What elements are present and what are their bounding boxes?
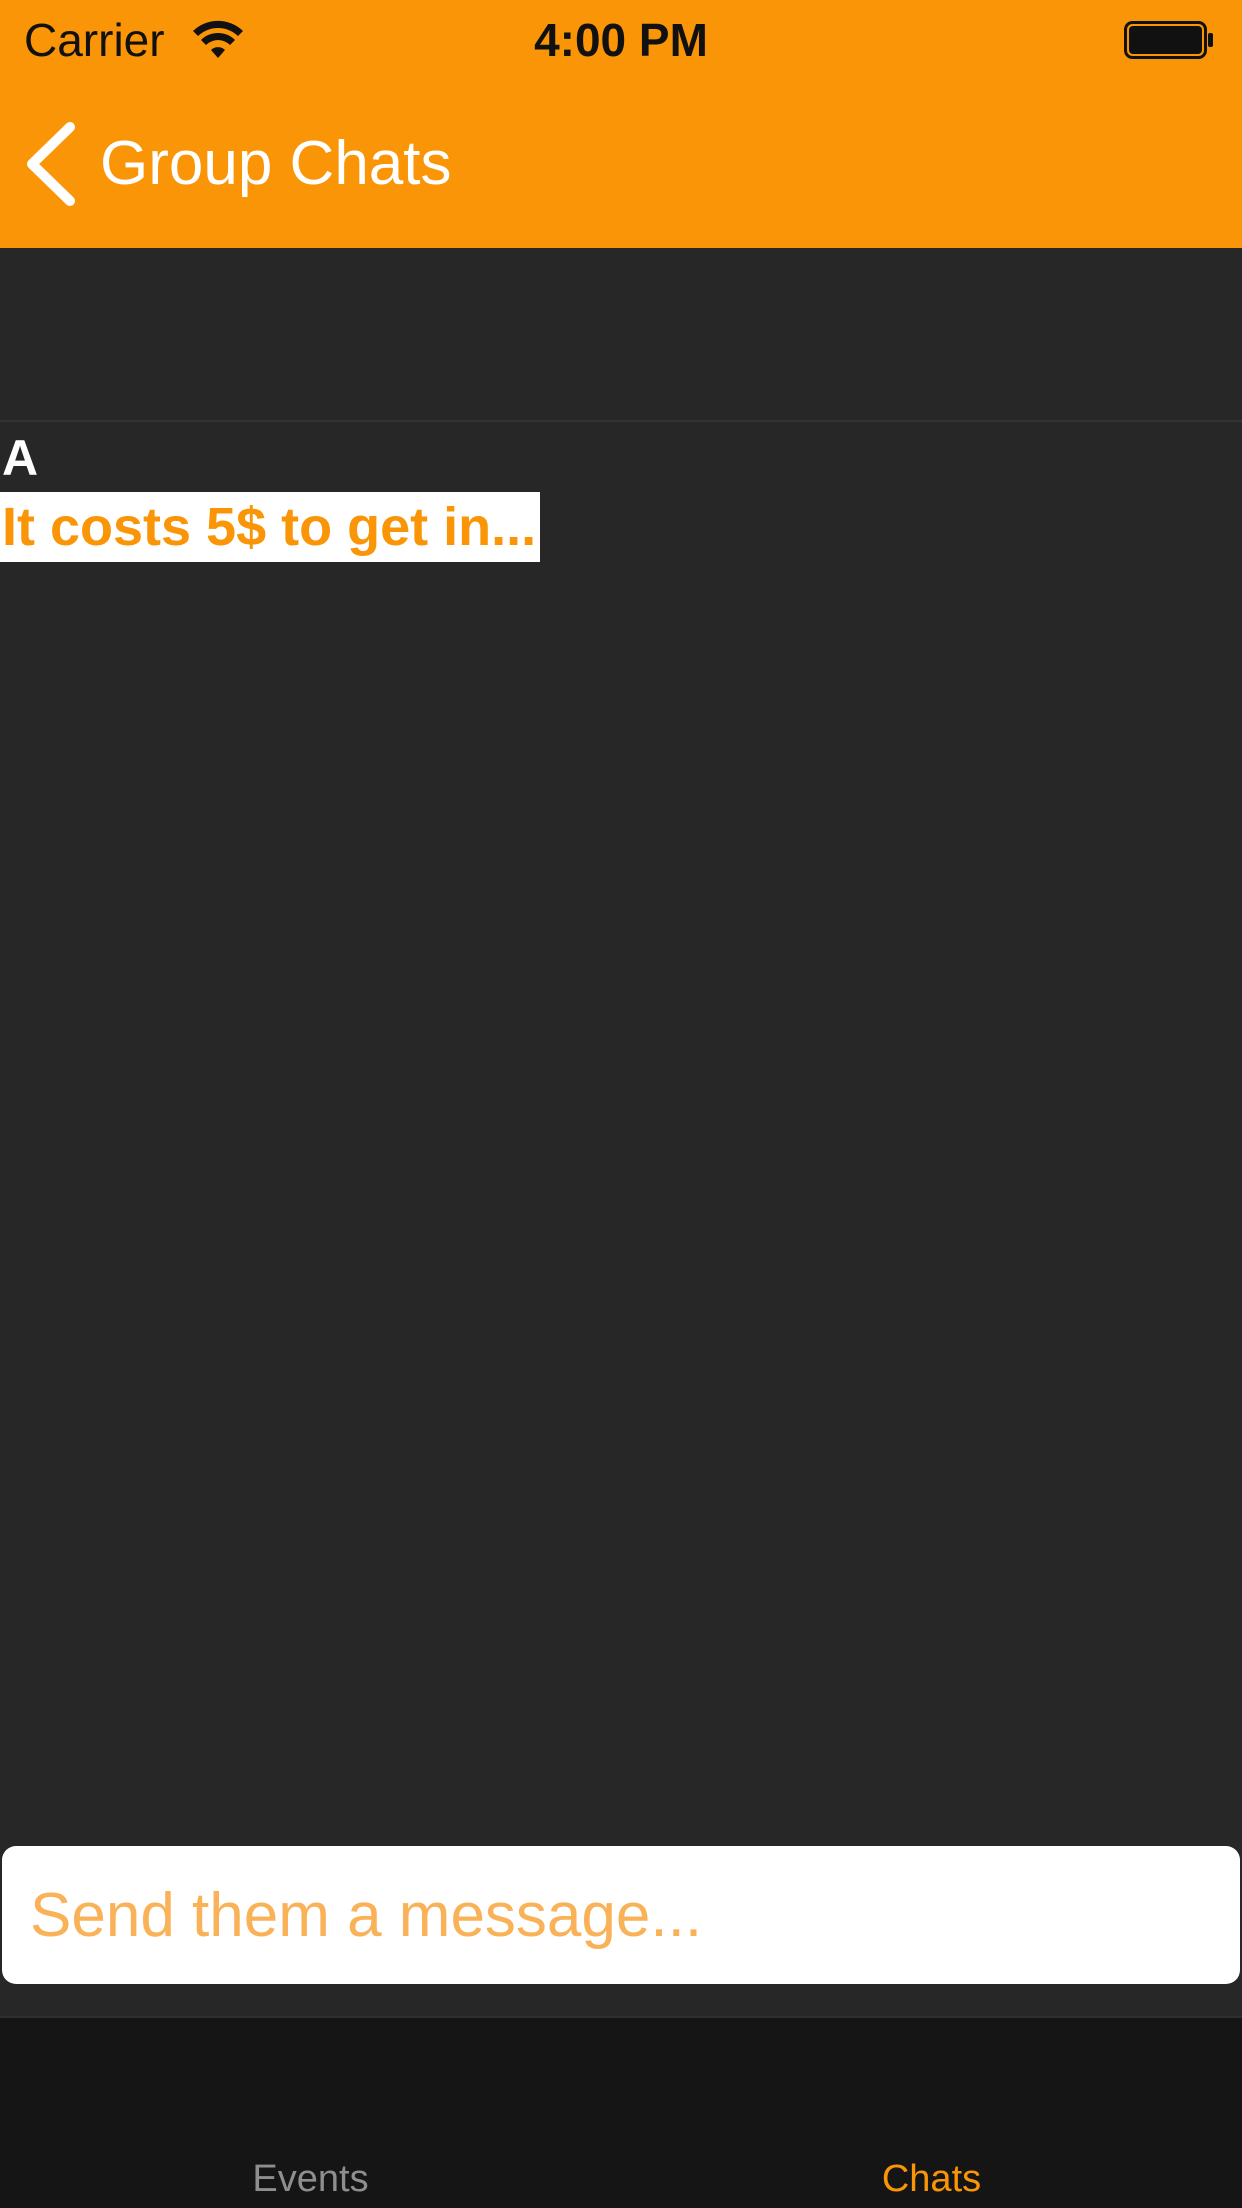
message-sender: A: [2, 430, 39, 486]
tab-chats-label: Chats: [881, 2158, 982, 2200]
chevron-left-icon: [27, 122, 75, 206]
message-input[interactable]: [30, 1846, 1210, 1984]
chat-screen: Carrier 4:00 PM Group Chats A It costs 5…: [0, 0, 1242, 2208]
message-item: A It costs 5$ to get in...: [0, 428, 1242, 562]
message-bubble: It costs 5$ to get in...: [0, 492, 541, 562]
back-button-label: Group Chats: [100, 129, 452, 198]
status-time: 4:00 PM: [534, 14, 708, 66]
tab-bar: Events Chats: [0, 2016, 1242, 2208]
tab-events-label: Events: [252, 2158, 369, 2200]
status-bar: Carrier 4:00 PM: [0, 0, 1242, 80]
tab-chats[interactable]: Chats: [621, 2018, 1242, 2208]
back-button[interactable]: Group Chats: [22, 116, 452, 212]
navigation-bar: Group Chats: [0, 80, 1242, 248]
battery-icon: [1124, 21, 1213, 59]
top-bar: Carrier 4:00 PM Group Chats: [0, 0, 1242, 248]
chat-header-area: [0, 248, 1242, 422]
message-composer: [2, 1846, 1240, 1984]
tab-events[interactable]: Events: [0, 2018, 621, 2208]
